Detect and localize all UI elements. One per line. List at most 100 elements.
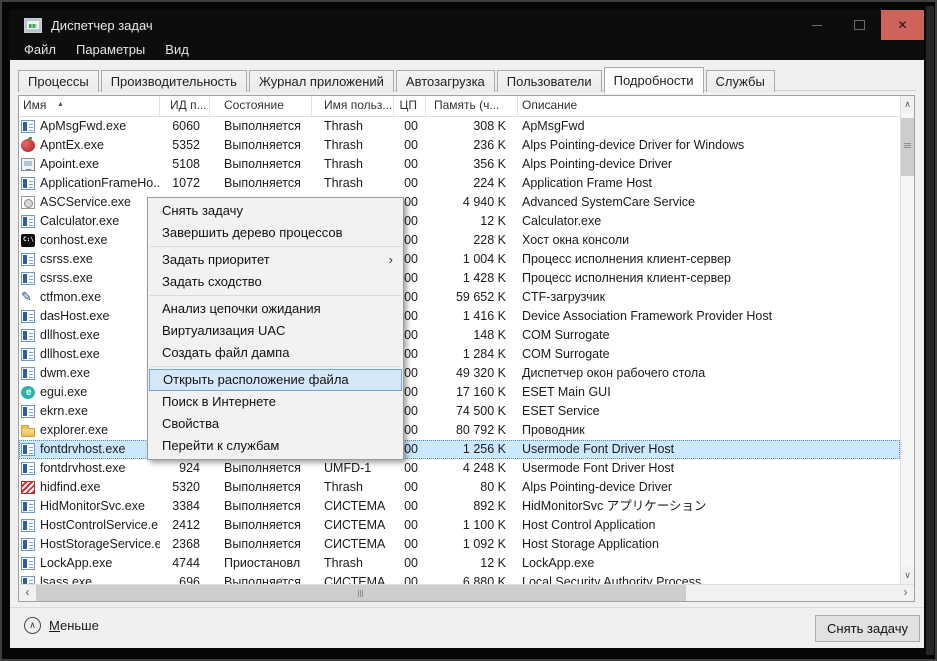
- table-row[interactable]: lsass.exe 696 Выполняется СИСТЕМА 00 6 880 K L…: [19, 573, 900, 584]
- menu-item-set-affinity[interactable]: Задать сходство: [149, 271, 402, 293]
- process-id-cell: 4744: [172, 556, 200, 570]
- menu-item-uac-virtualization[interactable]: Виртуализация UAC: [149, 320, 402, 342]
- fewer-details-button[interactable]: ∧ Меньше: [24, 617, 99, 634]
- tab-users[interactable]: Пользователи: [496, 70, 602, 92]
- context-menu: Снять задачу Завершить дерево процессов За…: [147, 197, 404, 460]
- scroll-left-arrow-icon[interactable]: ‹: [19, 585, 36, 601]
- process-cpu-cell: 00: [404, 499, 418, 513]
- generic-icon: [21, 557, 35, 570]
- menu-item-open-file-location[interactable]: Открыть расположение файла: [149, 369, 402, 391]
- menu-view[interactable]: Вид: [155, 40, 199, 60]
- scroll-right-arrow-icon[interactable]: ›: [897, 585, 914, 601]
- process-description-cell: Процесс исполнения клиент-сервер: [522, 252, 731, 266]
- table-row[interactable]: HidMonitorSvc.exe 3384 Выполняется СИСТЕМА 0…: [19, 497, 900, 516]
- process-name-cell: ApMsgFwd.exe: [19, 117, 160, 136]
- horizontal-scrollbar-thumb[interactable]: [36, 585, 686, 601]
- column-header-label: Описание: [522, 98, 578, 112]
- process-description-cell: ESET Service: [522, 404, 600, 418]
- menu-item-label: Задать приоритет: [162, 252, 270, 267]
- sort-ascending-icon: ▲: [57, 101, 64, 108]
- column-header-name[interactable]: Имя ▲: [19, 96, 160, 116]
- menu-item-search-online[interactable]: Поиск в Интернете: [149, 391, 402, 413]
- menu-item-end-task[interactable]: Снять задачу: [149, 200, 402, 222]
- maximize-button[interactable]: [838, 10, 881, 40]
- process-memory-cell: 1 092 K: [462, 537, 506, 551]
- process-name: conhost.exe: [40, 233, 108, 247]
- menu-item-create-dump-file[interactable]: Создать файл дампа: [149, 342, 402, 364]
- table-row[interactable]: Apoint.exe 5108 Выполняется Thrash 00 356 K Al…: [19, 155, 900, 174]
- vertical-scrollbar-thumb[interactable]: [901, 118, 914, 176]
- column-header-label: Память (ч...: [434, 98, 500, 112]
- process-description-cell: Calculator.exe: [522, 214, 602, 228]
- table-row[interactable]: ApplicationFrameHo... 1072 Выполняется Thra…: [19, 174, 900, 193]
- generic-icon: [21, 215, 35, 228]
- process-name: dllhost.exe: [40, 328, 100, 342]
- menu-item-go-to-services[interactable]: Перейти к службам: [149, 435, 402, 457]
- menu-item-label: Перейти к службам: [162, 438, 280, 453]
- process-name: lsass.exe: [40, 575, 93, 584]
- table-row[interactable]: LockApp.exe 4744 Приостановл Thrash 00 12 K Lo…: [19, 554, 900, 573]
- tab-services[interactable]: Службы: [705, 70, 775, 92]
- menu-file[interactable]: Файл: [14, 40, 66, 60]
- menu-item-label: Задать сходство: [162, 274, 262, 289]
- process-name: egui.exe: [40, 385, 88, 399]
- menu-item-label: Открыть расположение файла: [163, 372, 349, 387]
- menu-item-label: Виртуализация UAC: [162, 323, 286, 338]
- menu-item-set-priority[interactable]: Задать приоритет ›: [149, 249, 402, 271]
- process-id-cell: 2412: [172, 518, 200, 532]
- column-header-username[interactable]: Имя польз...: [312, 96, 394, 116]
- menu-item-end-process-tree[interactable]: Завершить дерево процессов: [149, 222, 402, 244]
- column-header-description[interactable]: Описание: [518, 96, 900, 116]
- close-button[interactable]: ✕: [881, 10, 924, 40]
- table-row[interactable]: fontdrvhost.exe 924 Выполняется UMFD-1 00 4 2…: [19, 459, 900, 478]
- table-row[interactable]: ApMsgFwd.exe 6060 Выполняется Thrash 00 308 K…: [19, 117, 900, 136]
- process-name-cell: lsass.exe: [19, 573, 160, 584]
- tab-processes[interactable]: Процессы: [18, 70, 99, 92]
- process-name-cell: HidMonitorSvc.exe: [19, 497, 160, 516]
- scroll-up-arrow-icon[interactable]: ∧: [901, 96, 914, 113]
- process-memory-cell: 59 652 K: [455, 290, 506, 304]
- column-header-memory[interactable]: Память (ч...: [426, 96, 518, 116]
- horizontal-scrollbar[interactable]: ‹ ›: [19, 584, 914, 601]
- process-memory-cell: 1 256 K: [462, 442, 506, 456]
- column-header-status[interactable]: Состояние: [210, 96, 312, 116]
- menu-item-properties[interactable]: Свойства: [149, 413, 402, 435]
- menu-item-analyze-wait-chain[interactable]: Анализ цепочки ожидания: [149, 298, 402, 320]
- process-description-cell: Alps Pointing-device Driver: [522, 480, 673, 494]
- process-user-cell: СИСТЕМА: [324, 518, 386, 532]
- table-row[interactable]: HostControlService.e 2412 Выполняется СИСТЕ…: [19, 516, 900, 535]
- process-memory-cell: 308 K: [473, 119, 506, 133]
- process-memory-cell: 74 500 K: [455, 404, 506, 418]
- process-cpu-cell: 00: [404, 157, 418, 171]
- tab-details[interactable]: Подробности: [603, 67, 704, 93]
- end-task-button[interactable]: Снять задачу: [815, 615, 920, 642]
- end-task-accel: д: [880, 621, 888, 636]
- menu-item-label: Анализ цепочки ожидания: [162, 301, 321, 316]
- table-row[interactable]: ApntEx.exe 5352 Выполняется Thrash 00 236 K Al…: [19, 136, 900, 155]
- process-memory-cell: 148 K: [473, 328, 506, 342]
- tab-performance[interactable]: Производительность: [100, 70, 247, 92]
- column-header-pid[interactable]: ИД п...: [160, 96, 210, 116]
- column-header-cpu[interactable]: ЦП: [394, 96, 426, 116]
- process-name-cell: HostStorageService.e: [19, 535, 160, 554]
- process-cpu-cell: 00: [404, 556, 418, 570]
- scroll-down-arrow-icon[interactable]: ∨: [901, 567, 914, 584]
- process-memory-cell: 228 K: [473, 233, 506, 247]
- process-name: fontdrvhost.exe: [40, 442, 126, 456]
- eset-icon: [21, 386, 35, 399]
- minimize-button[interactable]: [795, 10, 838, 40]
- apple-icon: [21, 137, 35, 152]
- process-description-cell: LockApp.exe: [522, 556, 595, 570]
- table-row[interactable]: hidfind.exe 5320 Выполняется Thrash 00 80 K Al…: [19, 478, 900, 497]
- tab-app-history[interactable]: Журнал приложений: [248, 70, 394, 92]
- tab-startup[interactable]: Автозагрузка: [395, 70, 495, 92]
- titlebar[interactable]: Диспетчер задач ✕: [10, 10, 924, 40]
- process-memory-cell: 12 K: [480, 214, 506, 228]
- menu-options[interactable]: Параметры: [66, 40, 155, 60]
- process-cpu-cell: 00: [404, 518, 418, 532]
- process-id-cell: 5352: [172, 138, 200, 152]
- vertical-scrollbar[interactable]: ∧ ∨: [900, 96, 914, 584]
- process-description-cell: Local Security Authority Process: [522, 575, 702, 584]
- table-row[interactable]: HostStorageService.e 2368 Выполняется СИСТЕ…: [19, 535, 900, 554]
- process-name: ctfmon.exe: [40, 290, 102, 304]
